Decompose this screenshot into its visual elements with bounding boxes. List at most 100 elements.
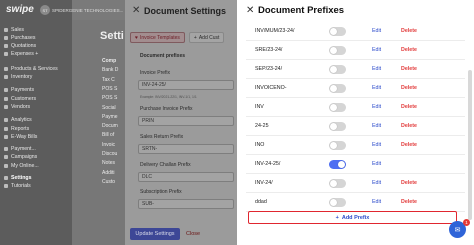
close-button[interactable]: Close	[186, 228, 200, 240]
invoice-templates-button[interactable]: ♥ Invoice Templates	[130, 32, 185, 43]
sidebar-item[interactable]: Vendors	[4, 103, 30, 110]
sidebar-item[interactable]: Payment...	[4, 146, 36, 153]
analytics-icon	[4, 118, 8, 123]
toggle-knob	[330, 46, 337, 54]
sidebar-item[interactable]: Inventory	[4, 74, 32, 81]
document-prefixes-title: Document Prefixes	[258, 5, 345, 16]
prefix-toggle[interactable]	[329, 121, 346, 131]
vendors-icon	[4, 104, 8, 109]
sidebar-item[interactable]: Sales	[4, 26, 24, 33]
prefix-toggle[interactable]	[329, 83, 346, 93]
settings-nav-item[interactable]: POS S	[102, 86, 117, 92]
settings-icon	[4, 176, 8, 180]
settings-nav-item[interactable]: Additi	[102, 170, 115, 176]
add-custom-button[interactable]: + Add Cust	[188, 32, 225, 43]
settings-nav-item[interactable]: Notes	[102, 160, 115, 166]
sidebar-item[interactable]: Customers	[4, 95, 36, 102]
inventory-icon	[4, 75, 8, 79]
prefix-input[interactable]: SRTN-	[138, 144, 234, 154]
prefix-row: SRE/23-24/Edit Delete	[246, 41, 465, 60]
settings-nav-item[interactable]: Payme	[102, 114, 118, 120]
edit-link[interactable]: Edit	[372, 28, 381, 34]
edit-link[interactable]: Edit	[372, 104, 381, 110]
prefix-name: INO	[255, 142, 265, 148]
settings-nav-item[interactable]: Custo	[102, 179, 115, 185]
sidebar-item-label: Tutorials	[11, 183, 31, 190]
sidebar-item[interactable]: Reports	[4, 125, 29, 132]
payments-icon	[4, 88, 8, 93]
sidebar-item[interactable]: Purchases	[4, 34, 36, 41]
sidebar-item[interactable]: Campaigns	[4, 154, 37, 161]
prefix-name: INV/MUM/23-24/	[255, 28, 295, 34]
prefix-row: 24-25 Edit Delete	[246, 117, 465, 136]
sidebar-item[interactable]: Expenses +	[4, 51, 38, 58]
delete-link[interactable]: Delete	[401, 104, 417, 110]
prefix-toggle[interactable]	[329, 197, 346, 207]
sidebar-item[interactable]: E-Way Bills	[4, 133, 37, 140]
settings-nav-item[interactable]: Invoic	[102, 142, 115, 148]
prefix-input[interactable]: DLC	[138, 172, 234, 182]
delete-link[interactable]: Delete	[401, 28, 417, 34]
delete-link[interactable]: Delete	[401, 142, 417, 148]
sidebar-item[interactable]: My Online...	[4, 162, 39, 169]
sidebar-item-label: E-Way Bills	[11, 133, 38, 140]
scrollbar[interactable]	[468, 70, 472, 220]
settings-nav-item[interactable]: Discou	[102, 151, 117, 157]
close-icon[interactable]: ✕	[132, 5, 140, 16]
add-prefix-button[interactable]: + Add Prefix	[248, 211, 457, 224]
delete-link[interactable]: Delete	[401, 47, 417, 53]
prefix-input[interactable]: INV-24-25/	[138, 80, 234, 90]
prefix-toggle[interactable]	[329, 102, 346, 112]
settings-nav-item[interactable]: Comp	[102, 58, 116, 64]
sidebar-item[interactable]: Settings	[4, 175, 31, 182]
expenses-icon	[4, 52, 8, 57]
update-settings-button[interactable]: Update Settings	[130, 228, 180, 240]
prefix-row: SEP/23-24/Edit Delete	[246, 60, 465, 79]
sidebar-item[interactable]: Analytics	[4, 117, 32, 124]
settings-nav-item[interactable]: Social	[102, 105, 116, 111]
prefix-toggle[interactable]	[329, 140, 346, 150]
prefix-toggle[interactable]	[329, 159, 346, 169]
prefix-toggle[interactable]	[329, 64, 346, 74]
delete-link[interactable]: Delete	[401, 66, 417, 72]
sidebar-item[interactable]: Tutorials	[4, 183, 31, 190]
add-prefix-label: Add Prefix	[341, 214, 370, 221]
settings-nav-item[interactable]: Tax C	[102, 77, 115, 83]
prefix-toggle[interactable]	[329, 45, 346, 55]
products-icon	[4, 66, 8, 71]
settings-nav-item[interactable]: Bill of	[102, 132, 114, 138]
edit-link[interactable]: Edit	[372, 199, 381, 205]
purchases-icon	[4, 35, 8, 40]
sidebar-item[interactable]: Products & Services	[4, 65, 58, 72]
toggle-knob	[338, 160, 345, 168]
edit-link[interactable]: Edit	[372, 142, 381, 148]
prefix-name: INV-24/	[255, 180, 273, 186]
plus-icon: +	[335, 214, 339, 221]
sidebar-item-label: Quotations	[11, 43, 37, 50]
edit-link[interactable]: Edit	[372, 66, 381, 72]
prefix-toggle[interactable]	[329, 26, 346, 36]
prefix-input[interactable]: SUB-	[138, 199, 234, 209]
prefix-toggle[interactable]	[329, 178, 346, 188]
chat-icon: ✉	[454, 226, 461, 234]
edit-link[interactable]: Edit	[372, 123, 381, 129]
delete-link[interactable]: Delete	[401, 180, 417, 186]
edit-link[interactable]: Edit	[372, 180, 381, 186]
settings-nav-item[interactable]: Bank D	[102, 67, 118, 73]
sidebar-item[interactable]: Quotations	[4, 43, 36, 50]
prefix-input[interactable]: PRIN	[138, 116, 234, 126]
edit-link[interactable]: Edit	[372, 85, 381, 91]
settings-nav-item[interactable]: POS S	[102, 95, 117, 101]
prefix-name: INV	[255, 104, 264, 110]
sidebar-item[interactable]: Payments	[4, 87, 34, 94]
edit-link[interactable]: Edit	[372, 47, 381, 53]
settings-nav-item[interactable]: Docum	[102, 123, 118, 129]
close-icon[interactable]: ✕	[246, 5, 254, 16]
delete-link[interactable]: Delete	[401, 123, 417, 129]
delete-link[interactable]: Delete	[401, 199, 417, 205]
company-switcher[interactable]: ST SPIDERGENIE TECHNOLOGIES...	[40, 3, 130, 17]
edit-link[interactable]: Edit	[372, 161, 381, 167]
delete-link[interactable]: Delete	[401, 85, 417, 91]
prefix-row: INVOICENO- Edit Delete	[246, 79, 465, 98]
field-label: Subscription Prefix	[140, 189, 182, 195]
